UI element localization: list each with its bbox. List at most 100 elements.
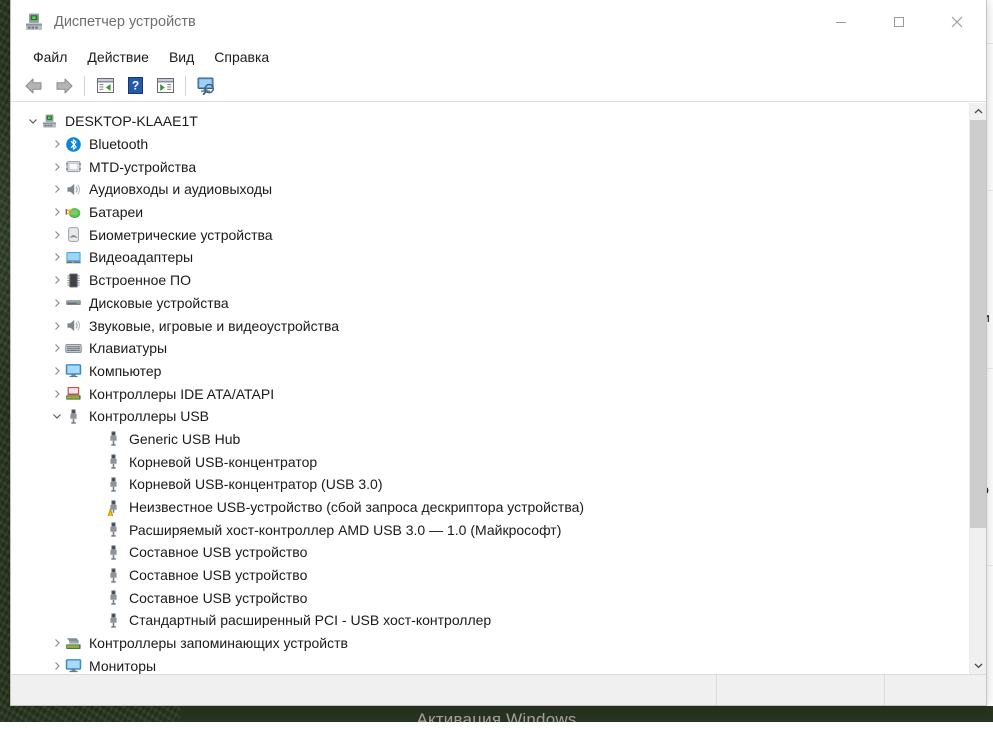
chevron-right-icon[interactable] <box>49 340 65 356</box>
tree-indent-spacer <box>73 454 89 470</box>
chevron-down-icon[interactable] <box>25 113 41 129</box>
scroll-up-button[interactable] <box>970 103 986 120</box>
scan-monitor-icon <box>196 76 217 95</box>
bluetooth-icon <box>65 136 82 153</box>
tree-row[interactable]: Биометрические устройства <box>11 223 969 246</box>
tree-item-label: Клавиатуры <box>89 340 167 356</box>
tree-row[interactable]: Корневой USB-концентратор <box>11 450 969 473</box>
tree-row[interactable]: Составное USB устройство <box>11 586 969 609</box>
svg-text:?: ? <box>131 79 138 93</box>
chevron-right-icon[interactable] <box>49 272 65 288</box>
keyboard-icon <box>65 340 82 357</box>
ide-controller-icon <box>65 385 82 402</box>
tree-row[interactable]: Звуковые, игровые и видеоустройства <box>11 314 969 337</box>
menu-view[interactable]: Вид <box>159 47 204 67</box>
chevron-right-icon[interactable] <box>49 386 65 402</box>
tree-item-label: Контроллеры IDE ATA/ATAPI <box>89 386 274 402</box>
chevron-right-icon[interactable] <box>49 204 65 220</box>
chevron-right-icon[interactable] <box>49 159 65 175</box>
chevron-right-icon[interactable] <box>49 318 65 334</box>
tree-row[interactable]: Компьютер <box>11 360 969 383</box>
status-segment-c <box>885 675 986 705</box>
status-main <box>11 675 717 705</box>
tree-row[interactable]: Встроенное ПО <box>11 269 969 292</box>
chevron-right-icon[interactable] <box>49 658 65 674</box>
tree-item-label: Контроллеры запоминающих устройств <box>89 635 348 651</box>
tree-row[interactable]: Контроллеры USB <box>11 405 969 428</box>
vertical-scrollbar[interactable] <box>969 103 986 674</box>
scan-hardware-button[interactable] <box>191 73 221 99</box>
tree-row[interactable]: Стандартный расширенный PCI - USB хост-к… <box>11 609 969 632</box>
menu-file[interactable]: Файл <box>27 47 77 67</box>
usb-icon <box>105 476 122 493</box>
tree-row[interactable]: Generic USB Hub <box>11 428 969 451</box>
tree-row[interactable]: Мониторы <box>11 655 969 675</box>
tree-row[interactable]: Видеоадаптеры <box>11 246 969 269</box>
forward-button[interactable] <box>49 73 79 99</box>
properties-button[interactable] <box>90 73 120 99</box>
tree-row[interactable]: Составное USB устройство <box>11 564 969 587</box>
device-tree[interactable]: DESKTOP-KLAAE1T BluetoothMTD-устройстваА… <box>11 103 969 674</box>
forward-arrow-icon <box>54 77 74 95</box>
tree-row[interactable]: Дисковые устройства <box>11 292 969 315</box>
tree-row[interactable]: Контроллеры IDE ATA/ATAPI <box>11 382 969 405</box>
tree-row[interactable]: Аудиовходы и аудиовыходы <box>11 178 969 201</box>
menu-action[interactable]: Действие <box>77 47 159 67</box>
tree-row[interactable]: Контроллеры запоминающих устройств <box>11 632 969 655</box>
chevron-right-icon[interactable] <box>49 136 65 152</box>
help-button[interactable]: ? <box>120 73 150 99</box>
menu-help[interactable]: Справка <box>204 47 279 67</box>
tree-indent-spacer <box>73 431 89 447</box>
tree-item-label: Составное USB устройство <box>129 590 307 606</box>
tree-item-label: Корневой USB-концентратор (USB 3.0) <box>129 476 383 492</box>
properties-window-icon <box>96 77 115 94</box>
tree-indent-spacer <box>73 522 89 538</box>
chevron-right-icon[interactable] <box>49 227 65 243</box>
minimize-icon <box>835 16 847 28</box>
chevron-right-icon[interactable] <box>49 635 65 651</box>
chevron-right-icon[interactable] <box>49 249 65 265</box>
minimize-button[interactable] <box>812 0 870 44</box>
tree-row[interactable]: Составное USB устройство <box>11 541 969 564</box>
tree-item-label: Составное USB устройство <box>129 544 307 560</box>
back-button[interactable] <box>19 73 49 99</box>
tree-row[interactable]: Батареи <box>11 201 969 224</box>
display-adapter-icon <box>65 249 82 266</box>
scrollbar-thumb[interactable] <box>970 120 986 528</box>
update-driver-button[interactable] <box>150 73 180 99</box>
firmware-chip-icon <box>65 272 82 289</box>
tree-row[interactable]: Bluetooth <box>11 133 969 156</box>
close-button[interactable] <box>928 0 986 44</box>
tree-rows-container: BluetoothMTD-устройстваАудиовходы и ауди… <box>11 133 969 674</box>
usb-icon <box>105 589 122 606</box>
status-segment-b <box>717 675 885 705</box>
scrollbar-track[interactable] <box>970 120 986 657</box>
tree-row[interactable]: Неизвестное USB-устройство (сбой запроса… <box>11 496 969 519</box>
statusbar <box>11 674 986 705</box>
chevron-right-icon[interactable] <box>49 295 65 311</box>
tree-item-label: Компьютер <box>89 363 161 379</box>
tree-row-root[interactable]: DESKTOP-KLAAE1T <box>11 110 969 133</box>
computer-root-icon <box>41 113 58 130</box>
tree-indent-spacer <box>73 612 89 628</box>
toolbar-separator-1 <box>84 76 85 96</box>
tree-item-label: Звуковые, игровые и видеоустройства <box>89 318 339 334</box>
disk-drive-icon <box>65 294 82 311</box>
chevron-down-icon[interactable] <box>49 408 65 424</box>
scroll-down-button[interactable] <box>970 657 986 674</box>
tree-row[interactable]: MTD-устройства <box>11 155 969 178</box>
toolbar: ? <box>11 70 986 102</box>
tree-item-label: Неизвестное USB-устройство (сбой запроса… <box>129 499 584 515</box>
tree-item-label: Видеоадаптеры <box>89 249 193 265</box>
toolbar-separator-2 <box>185 76 186 96</box>
chevron-right-icon[interactable] <box>49 181 65 197</box>
tree-row[interactable]: Расширяемый хост-контроллер AMD USB 3.0 … <box>11 518 969 541</box>
maximize-button[interactable] <box>870 0 928 44</box>
tree-row[interactable]: Корневой USB-концентратор (USB 3.0) <box>11 473 969 496</box>
menubar: Файл Действие Вид Справка <box>11 44 986 70</box>
tree-indent-spacer <box>73 544 89 560</box>
tree-item-label: Контроллеры USB <box>89 408 209 424</box>
tree-row[interactable]: Клавиатуры <box>11 337 969 360</box>
titlebar[interactable]: Диспетчер устройств <box>11 0 986 44</box>
chevron-right-icon[interactable] <box>49 363 65 379</box>
